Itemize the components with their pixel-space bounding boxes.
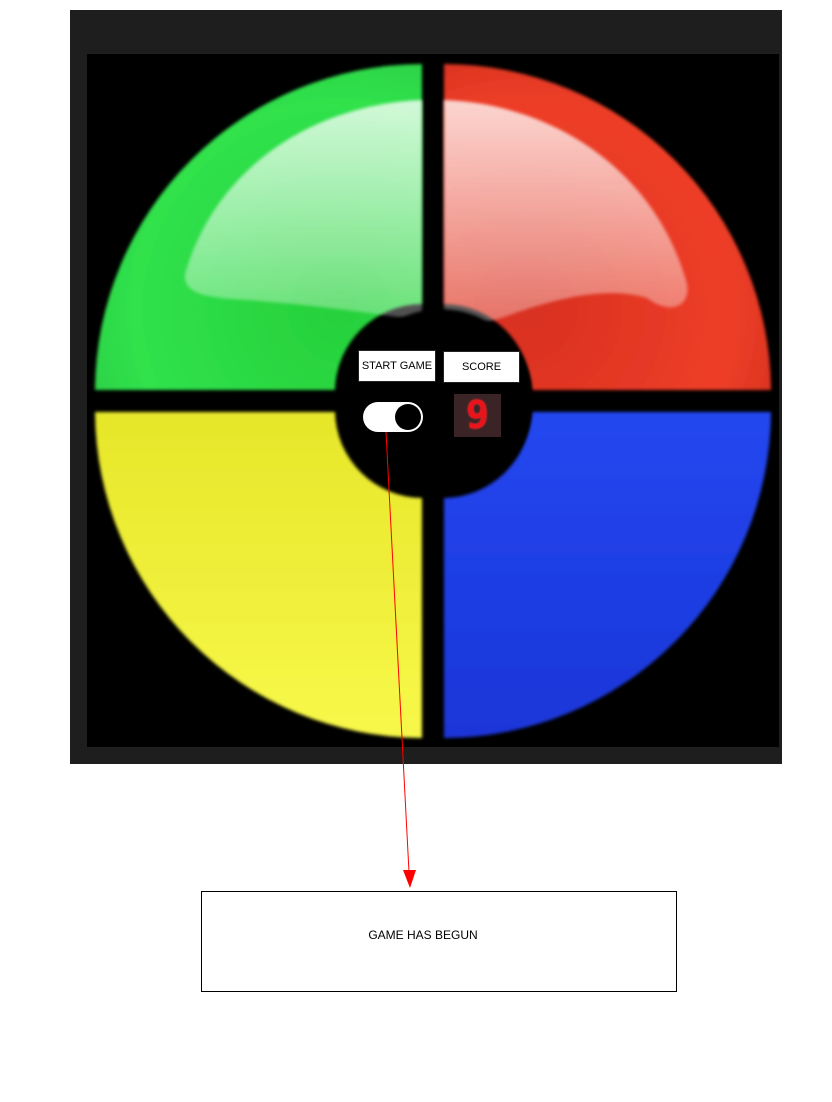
score-display: 9 — [454, 394, 501, 437]
red-pad-gloss — [444, 100, 688, 332]
power-toggle[interactable] — [363, 402, 423, 432]
score-label: SCORE — [443, 351, 520, 383]
score-value: 9 — [466, 394, 489, 437]
start-game-button[interactable]: START GAME — [358, 350, 436, 382]
arrow-head-icon — [403, 870, 416, 888]
green-pad-gloss — [184, 100, 422, 320]
game-board: START GAME SCORE 9 — [87, 54, 779, 747]
status-message-box: GAME HAS BEGUN — [201, 891, 677, 992]
toggle-knob — [395, 404, 421, 430]
status-message: GAME HAS BEGUN — [368, 928, 478, 942]
page: START GAME SCORE 9 GAME HAS BEGUN — [0, 0, 832, 1102]
control-hub — [349, 309, 533, 493]
simon-board — [95, 64, 771, 738]
